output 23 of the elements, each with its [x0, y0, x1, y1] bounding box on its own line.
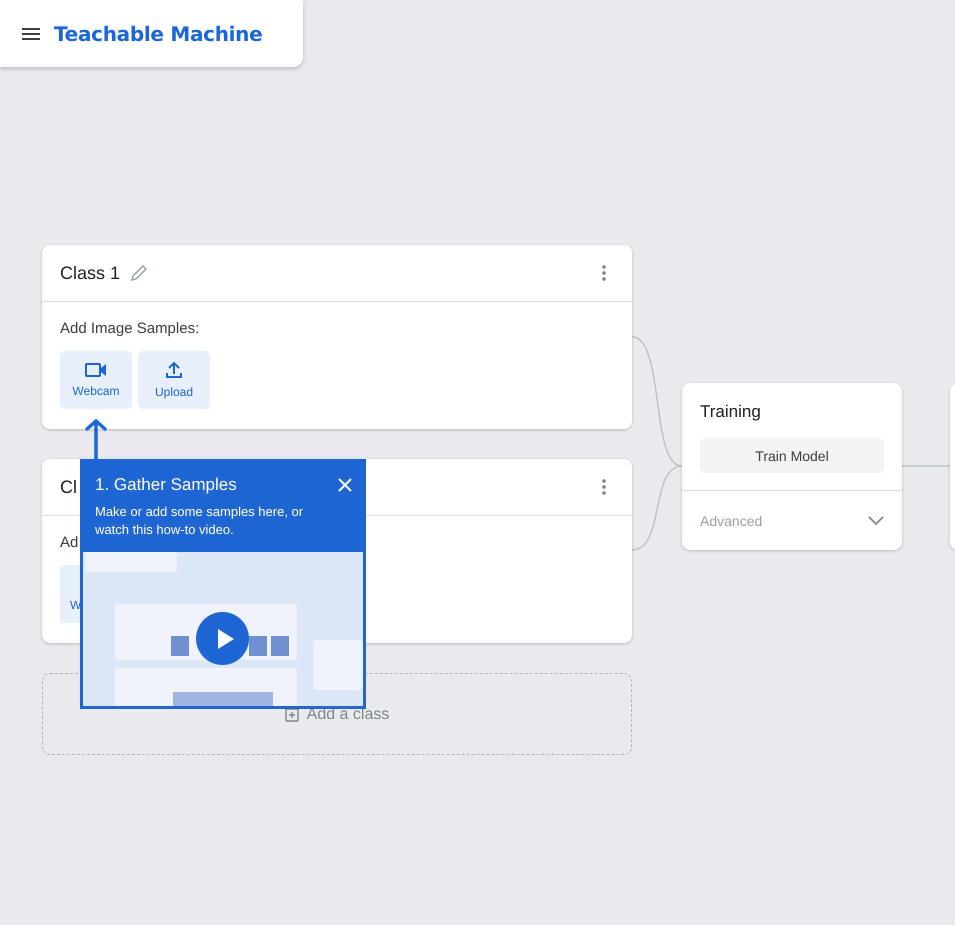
train-model-button[interactable]: Train Model [700, 438, 884, 473]
upload-button[interactable]: Upload [138, 351, 210, 409]
class-name: Class 1 [60, 262, 120, 284]
video-camera-icon [85, 362, 107, 378]
pencil-icon[interactable] [130, 264, 148, 282]
add-icon [284, 708, 299, 722]
class-name: Cl [60, 476, 77, 498]
close-icon[interactable] [338, 478, 352, 492]
app-title: Teachable Machine [54, 22, 262, 46]
samples-label: Ad [60, 534, 80, 551]
webcam-button[interactable]: Webcam [60, 351, 132, 409]
menu-icon[interactable] [22, 28, 40, 40]
more-options-icon[interactable] [602, 479, 606, 495]
play-icon [215, 628, 235, 650]
advanced-label[interactable]: Advanced [700, 512, 762, 528]
training-title: Training [699, 401, 762, 422]
samples-label: Add Image Samples: [60, 320, 200, 337]
popover-title: 1. Gather Samples [95, 475, 237, 495]
more-options-icon[interactable] [602, 265, 606, 281]
connector-line [902, 465, 950, 467]
upload-icon [165, 361, 183, 379]
chevron-icon[interactable] [868, 516, 884, 526]
popover-text: Make or add some samples here, or watch this how-to video. [94, 503, 304, 539]
